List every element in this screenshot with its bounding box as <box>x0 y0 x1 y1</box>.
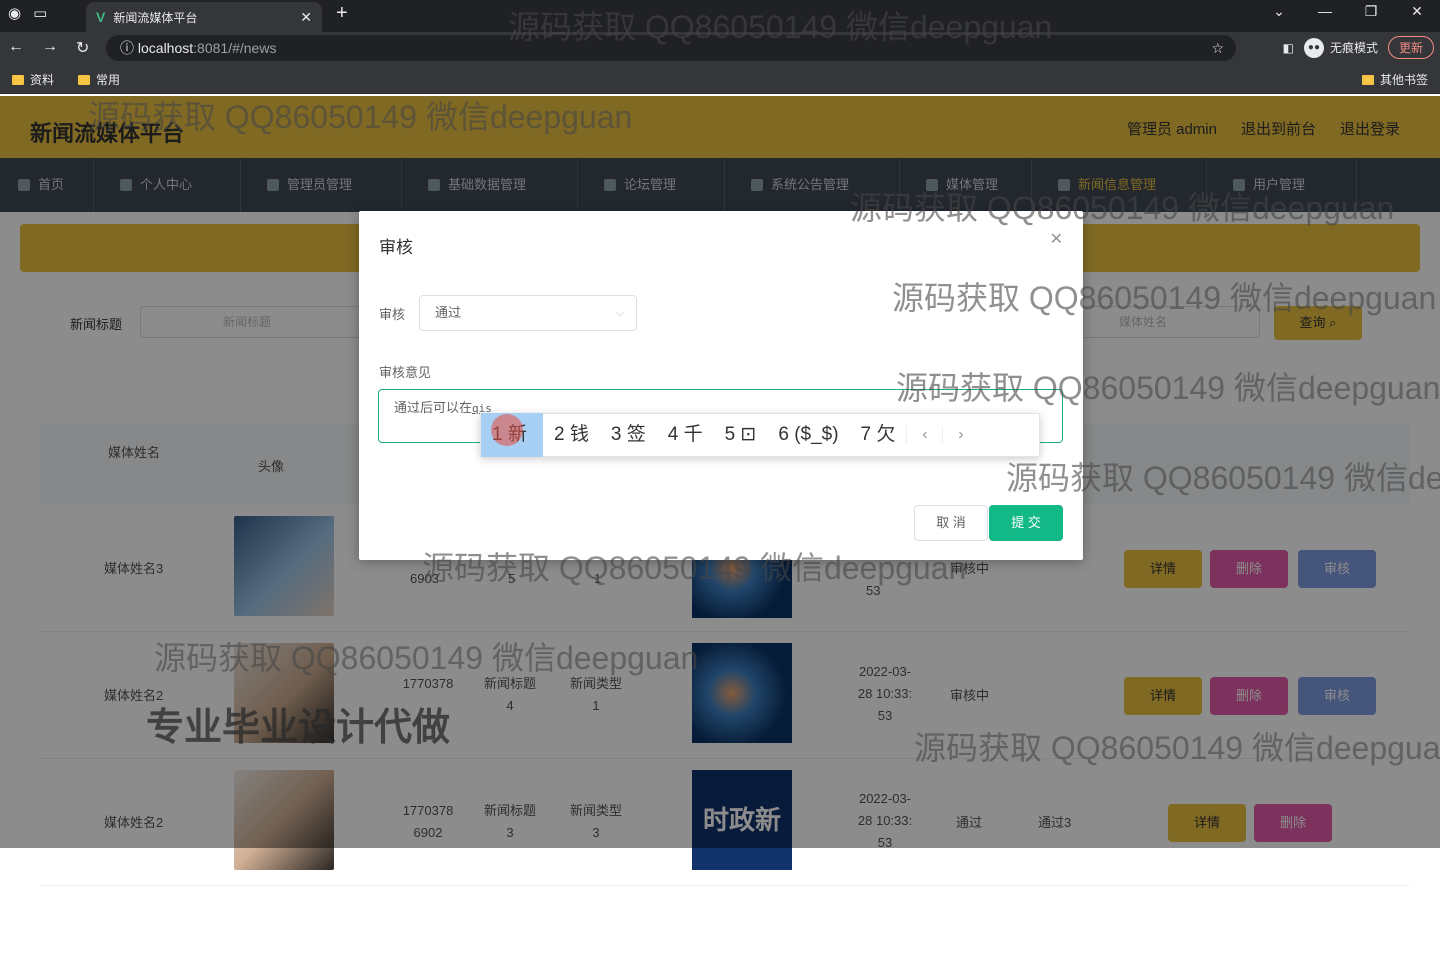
address-bar-row: ← → ↻ ⓘ localhost:8081/#/news ☆ ◧ ●● 无痕模… <box>0 32 1440 64</box>
browser-tabstrip: ◉ ▭ V 新闻流媒体平台 ✕ + ⌄ — ❐ ✕ <box>0 0 1440 32</box>
incognito-icon: ●● <box>1303 37 1324 58</box>
minimize-icon[interactable]: — <box>1302 0 1348 22</box>
cancel-button[interactable]: 取 消 <box>914 505 988 541</box>
restore-icon[interactable]: ❐ <box>1348 0 1394 22</box>
window-controls: ⌄ — ❐ ✕ <box>1256 0 1440 22</box>
folder-icon <box>78 74 90 85</box>
update-button[interactable]: 更新 <box>1387 36 1434 59</box>
incognito-label: 无痕模式 <box>1329 41 1378 55</box>
close-icon[interactable]: ✕ <box>1050 229 1063 249</box>
toolbar-right: ◧ ●● 无痕模式 更新 <box>1283 36 1434 59</box>
site-info-icon[interactable]: ⓘ <box>120 40 134 56</box>
browser-menu-icon[interactable]: ◉ <box>8 4 21 22</box>
nav-buttons: ← → ↻ <box>8 38 89 58</box>
url-path: :8081/#/news <box>193 40 277 56</box>
bookmarks-bar: 资料 常用 其他书签 <box>0 64 1440 94</box>
audit-dialog: 审核 ✕ 审核 通过 ⌵ 审核意见 通过后可以在qis 取 消 提 交 <box>359 211 1083 560</box>
ime-candidate[interactable]: 4 千 <box>657 413 714 457</box>
ime-candidate[interactable]: 3 签 <box>600 413 657 457</box>
url-host: localhost <box>137 40 194 56</box>
bookmark-folder[interactable]: 资料 <box>12 71 54 88</box>
incognito-indicator[interactable]: ●● 无痕模式 <box>1303 37 1378 58</box>
submit-button[interactable]: 提 交 <box>989 505 1063 541</box>
dialog-title: 审核 <box>379 238 413 257</box>
ime-candidate-bar: 1 新 2 钱 3 签 4 千 5 ⊡ 6 ($_$) 7 欠 ‹ › <box>480 413 1040 457</box>
sidepanel-icon[interactable]: ◧ <box>1283 41 1294 55</box>
chevron-down-icon: ⌵ <box>615 307 624 319</box>
url-field[interactable]: ⓘ localhost:8081/#/news ☆ <box>106 35 1236 61</box>
ime-next-icon[interactable]: › <box>942 426 978 444</box>
back-icon[interactable]: ← <box>8 38 24 58</box>
opinion-text: 通过后可以在 <box>394 400 473 415</box>
ime-candidate[interactable]: 6 ($_$) <box>767 413 849 457</box>
bookmark-folder[interactable]: 常用 <box>78 71 120 88</box>
forward-icon[interactable]: → <box>42 38 58 58</box>
mouse-cursor-highlight <box>491 414 523 446</box>
new-tab-icon[interactable]: + <box>336 2 348 25</box>
tab-close-icon[interactable]: ✕ <box>300 9 312 26</box>
other-bookmarks[interactable]: 其他书签 <box>1362 71 1428 88</box>
folder-icon <box>12 74 24 85</box>
folder-icon <box>1362 74 1374 85</box>
bookmark-star-icon[interactable]: ☆ <box>1211 35 1224 61</box>
reload-icon[interactable]: ↻ <box>76 38 89 58</box>
other-bookmarks-label: 其他书签 <box>1380 73 1429 87</box>
ime-candidate[interactable]: 5 ⊡ <box>714 413 768 457</box>
vue-favicon-icon: V <box>96 9 106 25</box>
opinion-field-label: 审核意见 <box>379 365 432 380</box>
window-close-icon[interactable]: ✕ <box>1394 0 1440 22</box>
bookmark-label: 常用 <box>96 73 121 87</box>
audit-select[interactable]: 通过 ⌵ <box>419 295 637 331</box>
audit-field-label: 审核 <box>379 307 406 322</box>
tab-search-icon[interactable]: ▭ <box>33 4 47 22</box>
tab-list-icon[interactable]: ⌄ <box>1256 0 1302 22</box>
bookmark-label: 资料 <box>30 73 55 87</box>
tab-title: 新闻流媒体平台 <box>113 10 198 25</box>
audit-select-value: 通过 <box>435 305 462 320</box>
ime-prev-icon[interactable]: ‹ <box>906 426 942 444</box>
ime-candidate[interactable]: 2 钱 <box>543 413 600 457</box>
system-icons: ◉ ▭ <box>8 4 47 22</box>
browser-tab[interactable]: V 新闻流媒体平台 ✕ <box>86 2 322 32</box>
ime-candidate[interactable]: 7 欠 <box>850 413 907 457</box>
